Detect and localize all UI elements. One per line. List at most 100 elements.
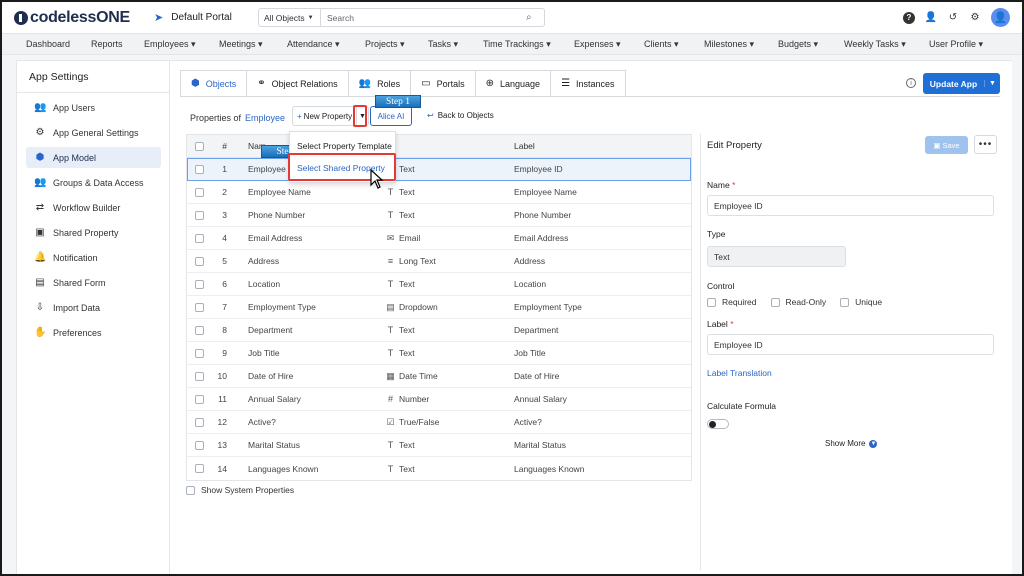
row-checkbox[interactable] <box>195 464 204 473</box>
property-name: Email Address <box>248 233 303 243</box>
nav-meetings[interactable]: Meetings ▾ <box>219 39 263 50</box>
tab-object-relations[interactable]: ⚭ Object Relations <box>247 70 349 97</box>
row-checkbox[interactable] <box>195 394 204 404</box>
row-checkbox[interactable] <box>195 279 204 289</box>
unique-checkbox[interactable]: Unique <box>840 297 882 307</box>
tab-roles[interactable]: 👥 Roles <box>348 70 412 97</box>
row-checkbox[interactable] <box>195 302 204 312</box>
tab-portals[interactable]: ▭ Portals <box>411 70 476 97</box>
nav-tasks[interactable]: Tasks ▾ <box>428 39 458 50</box>
tab-instances[interactable]: ☰ Instances <box>551 70 626 97</box>
table-row[interactable]: 13 Marital Status T Text Marital Status <box>187 434 691 457</box>
avatar[interactable]: 👤 <box>991 8 1010 27</box>
search-icon[interactable]: ⌕ <box>526 12 544 23</box>
entity-link[interactable]: Employee <box>245 113 285 123</box>
tab-language[interactable]: ⊕ Language <box>475 70 552 97</box>
table-row[interactable]: 10 Date of Hire ▦ Date Time Date of Hire <box>187 365 691 388</box>
label-translation-link[interactable]: Label Translation <box>707 368 772 378</box>
update-app-button[interactable]: Update App ▼ <box>923 73 1000 94</box>
portal-selector[interactable]: ➤ Default Portal <box>154 11 232 24</box>
row-number: 11 <box>218 394 227 404</box>
property-label: Languages Known <box>514 463 585 474</box>
sidebar-item-app-general-settings[interactable]: ⚙ App General Settings <box>26 122 161 143</box>
table-row[interactable]: 5 Address ≡ Long Text Address <box>187 250 691 273</box>
show-system-properties[interactable]: Show System Properties <box>186 485 294 495</box>
tab-objects[interactable]: ⬢ Objects <box>180 70 248 97</box>
sidebar-item-shared-property[interactable]: ▣ Shared Property <box>26 222 161 243</box>
search-input[interactable]: Search <box>321 13 526 23</box>
chevron-down-icon[interactable]: ▼ <box>984 80 1000 87</box>
globe-icon: ⊕ <box>485 78 495 89</box>
brand-logo[interactable]: codelessONE <box>14 9 130 27</box>
gear-icon[interactable]: ⚙ <box>969 12 981 24</box>
sidebar-item-import-data[interactable]: ⇩ Import Data <box>26 297 161 318</box>
table-row[interactable]: 1EmployeeTTextEmployee ID <box>187 158 691 181</box>
nav-attendance[interactable]: Attendance ▾ <box>287 39 340 50</box>
table-row[interactable]: 8 Department T Text Department <box>187 319 691 342</box>
row-checkbox[interactable] <box>195 210 204 220</box>
nav-dashboard[interactable]: Dashboard <box>26 39 70 49</box>
table-row[interactable]: 11 Annual Salary # Number Annual Salary <box>187 388 691 411</box>
row-checkbox[interactable] <box>195 348 204 358</box>
nav-budgets[interactable]: Budgets ▾ <box>778 39 818 50</box>
nav-expenses[interactable]: Expenses ▾ <box>574 39 621 50</box>
row-checkbox[interactable] <box>195 440 204 450</box>
info-icon[interactable]: i <box>906 78 916 88</box>
nav-employees[interactable]: Employees ▾ <box>144 39 196 50</box>
nav-milestones[interactable]: Milestones ▾ <box>704 39 754 50</box>
help-icon[interactable]: ? <box>903 11 915 24</box>
add-user-icon[interactable]: 👤 <box>925 12 937 24</box>
alice-ai-button[interactable]: Alice AI <box>370 106 412 126</box>
calc-formula-toggle[interactable] <box>707 419 729 429</box>
search-scope-select[interactable]: All Objects ▼ <box>259 9 321 26</box>
sidebar-item-workflow-builder[interactable]: ⇄ Workflow Builder <box>26 197 161 218</box>
row-checkbox[interactable] <box>195 233 204 243</box>
sidebar-item-groups-data-access[interactable]: 👥 Groups & Data Access <box>26 172 161 193</box>
row-checkbox[interactable] <box>195 417 204 427</box>
show-more-link[interactable]: Show More ▼ <box>825 439 878 448</box>
row-checkbox[interactable] <box>195 164 204 174</box>
text-type-icon: T <box>387 279 394 289</box>
label-input[interactable]: Employee ID <box>707 334 994 355</box>
required-checkbox[interactable]: Required <box>707 297 757 307</box>
nav-reports[interactable]: Reports <box>91 39 123 49</box>
table-row[interactable]: 9 Job Title T Text Job Title <box>187 342 691 365</box>
save-button[interactable]: ▣ Save <box>925 136 968 154</box>
row-checkbox[interactable] <box>195 256 204 266</box>
row-checkbox[interactable] <box>195 325 204 335</box>
property-label: Department <box>514 325 559 335</box>
property-label: Employee ID <box>514 164 563 174</box>
nav-user-profile[interactable]: User Profile ▾ <box>929 39 983 50</box>
sidebar-item-preferences[interactable]: ✋ Preferences <box>26 322 161 343</box>
table-row[interactable]: 3 Phone Number T Text Phone Number <box>187 204 691 227</box>
table-row[interactable]: 14 Languages Known T Text Languages Known <box>187 457 691 480</box>
sidebar-item-app-model[interactable]: ⬢ App Model <box>26 147 161 168</box>
show-system-checkbox[interactable] <box>186 485 195 495</box>
table-row[interactable]: 7 Employment Type ▤ Dropdown Employment Type <box>187 296 691 319</box>
property-type: ☑ True/False <box>386 416 440 428</box>
history-icon[interactable]: ↺ <box>947 12 959 24</box>
table-row[interactable]: 12 Active? ☑ True/False Active? <box>187 411 691 434</box>
row-checkbox[interactable] <box>195 371 204 381</box>
name-input[interactable]: Employee ID <box>707 195 994 216</box>
table-row[interactable]: 6 Location T Text Location <box>187 273 691 296</box>
property-name: Job Title <box>248 348 280 358</box>
object-tabs: ⬢ Objects ⚭ Object Relations 👥 Roles ▭ Portals ⊕… <box>180 70 626 97</box>
more-options-button[interactable]: ••• <box>974 135 997 154</box>
top-bar: codelessONE ➤ Default Portal All Objects… <box>2 2 1022 33</box>
back-to-objects-link[interactable]: ↩ Back to Objects <box>427 111 494 120</box>
sidebar-item-shared-form[interactable]: ▤ Shared Form <box>26 272 161 293</box>
table-row[interactable]: 4 Email Address ✉ Email Email Address <box>187 227 691 250</box>
nav-clients[interactable]: Clients ▾ <box>644 39 679 50</box>
row-checkbox[interactable] <box>195 187 204 197</box>
sidebar-item-app-users[interactable]: 👥 App Users <box>26 97 161 118</box>
select-all-checkbox[interactable] <box>195 141 204 151</box>
header-label[interactable]: Label <box>514 135 535 157</box>
nav-weekly-tasks[interactable]: Weekly Tasks ▾ <box>844 39 906 50</box>
sidebar-item-notification[interactable]: 🔔 Notification <box>26 247 161 268</box>
table-row[interactable]: 2 Employee Name T Text Employee Name <box>187 181 691 204</box>
nav-projects[interactable]: Projects ▾ <box>365 39 405 50</box>
properties-table: # Nam e Label 1EmployeeTTextEmployee ID2… <box>186 134 692 481</box>
nav-time-trackings[interactable]: Time Trackings ▾ <box>483 39 551 50</box>
read-only-checkbox[interactable]: Read-Only <box>770 297 826 307</box>
